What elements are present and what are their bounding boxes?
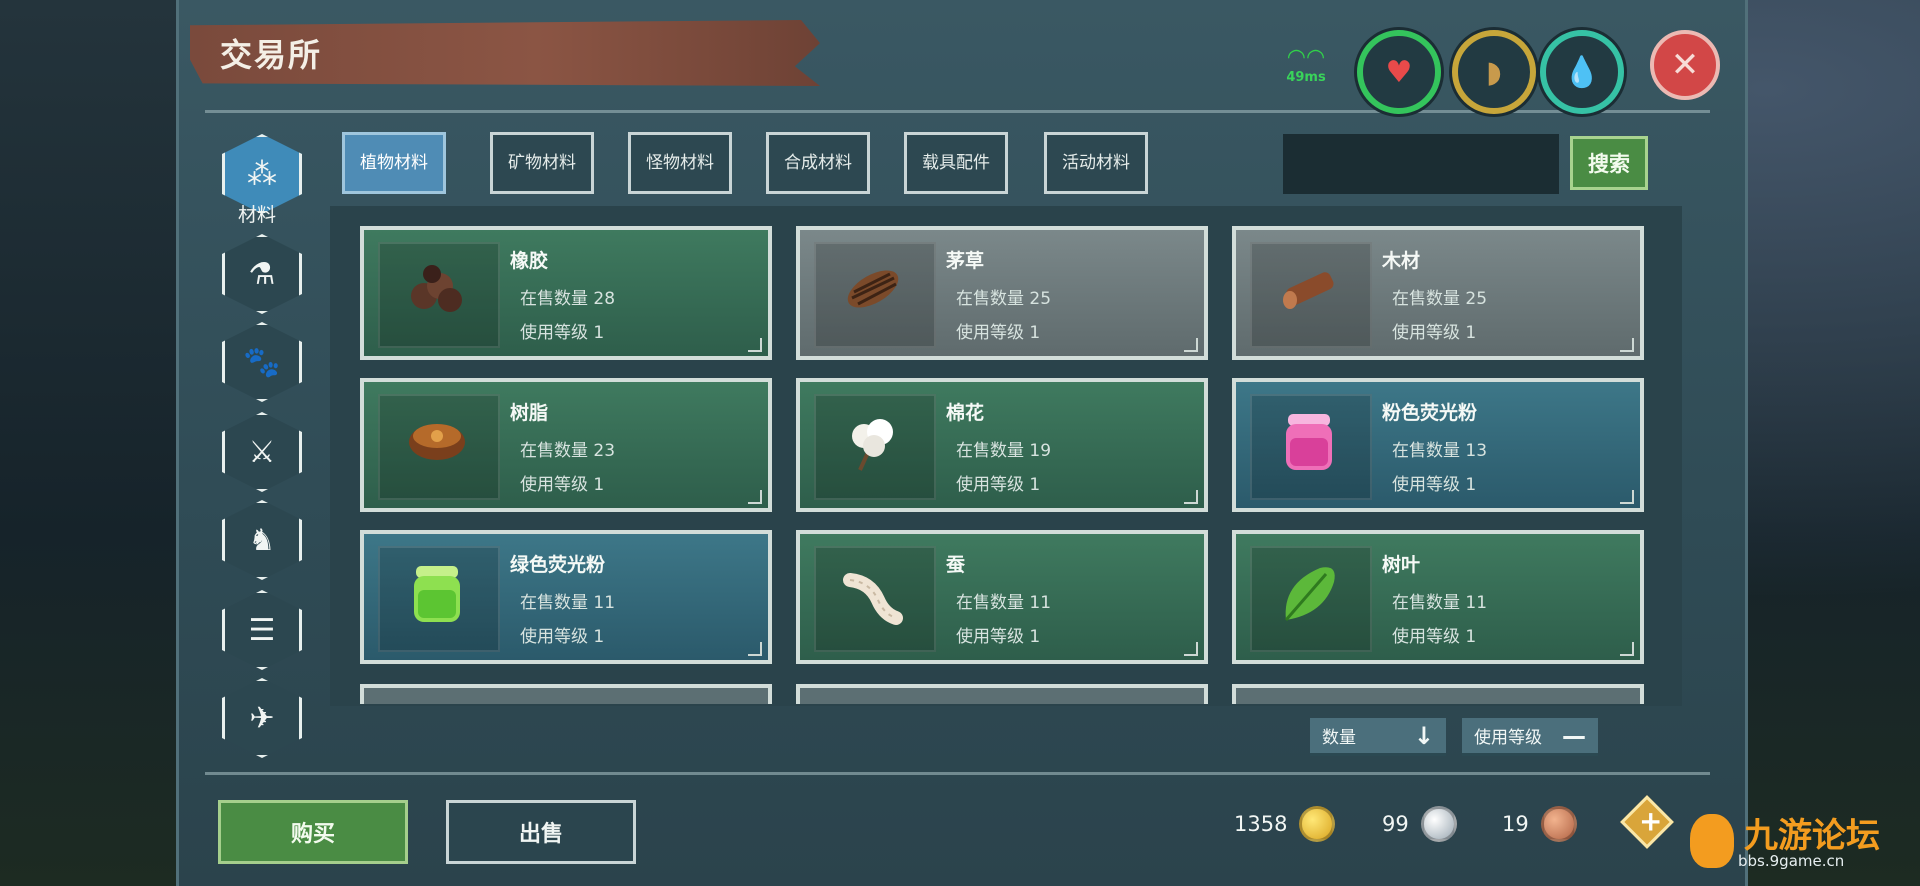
corner-mark bbox=[1620, 490, 1634, 504]
item-card[interactable]: 粉色荧光粉 在售数量 13 使用等级 1 bbox=[1232, 378, 1644, 512]
search-input[interactable] bbox=[1283, 134, 1559, 194]
copper-coin-icon bbox=[1540, 806, 1577, 842]
green-powder-jar-icon bbox=[414, 566, 460, 622]
category-materials-label: 材料 bbox=[238, 204, 277, 226]
resin-icon bbox=[409, 424, 465, 460]
silkworm-icon bbox=[843, 573, 903, 625]
buy-button[interactable]: 购买 bbox=[218, 800, 408, 864]
corner-mark bbox=[1184, 490, 1198, 504]
corner-mark bbox=[1184, 338, 1198, 352]
item-card[interactable]: 树叶 在售数量 11 使用等级 1 bbox=[1232, 530, 1644, 664]
item-card[interactable]: 茅草 在售数量 25 使用等级 1 bbox=[796, 226, 1208, 360]
tab-synthetic-materials[interactable]: 合成材料 bbox=[766, 132, 870, 194]
item-card[interactable]: 木材 在售数量 25 使用等级 1 bbox=[1232, 226, 1644, 360]
network-ping: ◠◠ 49ms bbox=[1278, 46, 1334, 92]
flask-icon: ⚗ bbox=[248, 256, 276, 292]
tab-monster-materials[interactable]: 怪物材料 bbox=[628, 132, 732, 194]
water-icon[interactable]: 💧 bbox=[1540, 30, 1624, 114]
arrow-down-icon: ↓ bbox=[1413, 721, 1434, 750]
item-card[interactable]: 树脂 在售数量 23 使用等级 1 bbox=[360, 378, 772, 512]
item-card[interactable]: 蚕 在售数量 11 使用等级 1 bbox=[796, 530, 1208, 664]
corner-mark bbox=[748, 338, 762, 352]
item-card-partial[interactable] bbox=[1232, 684, 1644, 704]
silver-currency: 99 bbox=[1382, 806, 1457, 842]
gold-currency: 1358 bbox=[1234, 806, 1336, 842]
divider-bottom bbox=[205, 772, 1710, 775]
copper-currency: 19 bbox=[1502, 806, 1577, 842]
leaf-icon bbox=[1284, 567, 1335, 621]
corner-mark bbox=[1184, 642, 1198, 656]
food-icon[interactable]: ◗ bbox=[1452, 30, 1536, 114]
sell-button[interactable]: 出售 bbox=[446, 800, 636, 864]
wood-icon bbox=[1283, 272, 1334, 309]
page-title: 交易所 bbox=[220, 36, 323, 74]
cotton-icon bbox=[852, 419, 893, 471]
thatch-icon bbox=[847, 270, 899, 308]
materials-icon: ⁂ bbox=[247, 156, 277, 192]
sort-by-quantity-button[interactable]: 数量 ↓ bbox=[1310, 718, 1446, 756]
building-icon: ☰ bbox=[248, 612, 276, 648]
horse-icon: ♞ bbox=[248, 522, 276, 558]
gold-coin-icon bbox=[1299, 806, 1336, 842]
sort-by-level-button[interactable]: 使用等级 — bbox=[1462, 718, 1598, 756]
glider-icon: ✈ bbox=[249, 700, 275, 736]
close-button[interactable]: ✕ bbox=[1650, 30, 1720, 100]
dash-icon: — bbox=[1562, 721, 1586, 750]
signal-icon: ◠◠ bbox=[1286, 45, 1326, 70]
rubber-icon bbox=[411, 265, 462, 312]
watermark: 九游论坛 bbs.9game.cn bbox=[1690, 808, 1912, 874]
corner-mark bbox=[1620, 338, 1634, 352]
silver-coin-icon bbox=[1420, 806, 1457, 842]
search-button[interactable]: 搜索 bbox=[1570, 136, 1648, 190]
item-card-partial[interactable] bbox=[796, 684, 1208, 704]
paw-icon: 🐾 bbox=[243, 344, 281, 380]
tab-plant-materials[interactable]: 植物材料 bbox=[342, 132, 446, 194]
close-icon: ✕ bbox=[1670, 45, 1700, 85]
item-card-partial[interactable] bbox=[360, 684, 772, 704]
pink-powder-jar-icon bbox=[1286, 414, 1332, 470]
item-card[interactable]: 绿色荧光粉 在售数量 11 使用等级 1 bbox=[360, 530, 772, 664]
item-card[interactable]: 橡胶 在售数量 28 使用等级 1 bbox=[360, 226, 772, 360]
sword-shield-icon: ⚔ bbox=[248, 434, 276, 470]
corner-mark bbox=[748, 490, 762, 504]
tab-mineral-materials[interactable]: 矿物材料 bbox=[490, 132, 594, 194]
corner-mark bbox=[1620, 642, 1634, 656]
tab-event-materials[interactable]: 活动材料 bbox=[1044, 132, 1148, 194]
tab-vehicle-parts[interactable]: 载具配件 bbox=[904, 132, 1008, 194]
item-card[interactable]: 棉花 在售数量 19 使用等级 1 bbox=[796, 378, 1208, 512]
mascot-logo bbox=[1690, 814, 1734, 868]
health-icon[interactable]: ♥ bbox=[1357, 30, 1441, 114]
corner-mark bbox=[748, 642, 762, 656]
plus-icon: + bbox=[1638, 804, 1663, 838]
